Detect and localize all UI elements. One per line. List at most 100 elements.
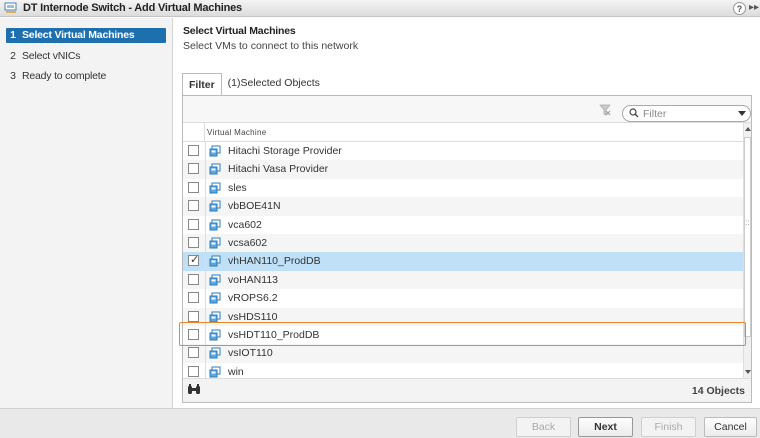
grid-header: Virtual Machine [183, 123, 743, 142]
virtual-machine-icon [209, 311, 221, 323]
vertical-scrollbar[interactable]: :: [743, 123, 751, 378]
page-subtitle: Select VMs to connect to this network [183, 40, 359, 52]
title-bar: DT Internode Switch - Add Virtual Machin… [0, 0, 760, 17]
search-icon [629, 108, 639, 118]
step-label: Select Virtual Machines [22, 29, 135, 41]
vm-name: vsHDT110_ProdDB [228, 328, 320, 341]
clear-filter-icon[interactable] [599, 104, 611, 116]
row-checkbox[interactable] [188, 273, 199, 285]
vm-list-panel: Virtual Machine Hitachi Storage Provider… [182, 95, 752, 403]
list-toolbar [183, 96, 751, 123]
table-row[interactable]: vROPS6.2 [183, 289, 743, 308]
help-icon[interactable]: ? [733, 2, 746, 15]
column-divider [205, 362, 206, 378]
vm-name: vROPS6.2 [228, 292, 278, 305]
wizard-button-bar: Back Next Finish Cancel [0, 408, 760, 438]
virtual-machine-icon [209, 182, 221, 194]
row-checkbox[interactable] [188, 181, 199, 193]
chevron-down-icon[interactable] [738, 111, 746, 116]
table-row[interactable]: vcsa602 [183, 233, 743, 253]
row-checkbox[interactable] [188, 236, 199, 248]
column-divider [205, 197, 206, 216]
virtual-machine-icon [209, 347, 221, 359]
table-row[interactable]: win [183, 362, 743, 378]
row-checkbox[interactable] [188, 347, 199, 359]
filter-search-box[interactable] [622, 105, 751, 122]
object-count: 14 Objects [691, 385, 745, 397]
table-row[interactable]: sles [183, 178, 743, 198]
vm-name: win [228, 365, 244, 378]
back-button[interactable]: Back [516, 417, 571, 437]
table-row[interactable]: Hitachi Storage Provider [183, 142, 743, 161]
finish-button[interactable]: Finish [641, 417, 696, 437]
scroll-thumb[interactable] [744, 137, 751, 337]
expand-icon[interactable]: ▸▸ [749, 2, 759, 13]
column-header-virtual-machine[interactable]: Virtual Machine [207, 128, 267, 137]
column-divider [205, 252, 206, 271]
wizard-steps: 1 Select Virtual Machines 2 Select vNICs… [0, 18, 173, 408]
grid-footer: 14 Objects [183, 378, 751, 402]
table-row[interactable]: vsHDS110 [183, 307, 743, 326]
checkbox-column-header [183, 123, 205, 142]
table-row[interactable]: vhHAN110_ProdDB [183, 252, 743, 271]
virtual-machine-icon [209, 366, 221, 378]
virtual-machine-icon [209, 145, 221, 157]
step-select-vnics[interactable]: 2 Select vNICs [6, 49, 166, 64]
vm-name: Hitachi Vasa Provider [228, 163, 329, 176]
table-row[interactable]: vsIOT110 [183, 344, 743, 363]
row-checkbox[interactable] [188, 163, 199, 175]
cancel-button[interactable]: Cancel [704, 417, 757, 437]
vm-name: voHAN113 [228, 273, 278, 286]
step-number: 3 [10, 70, 16, 82]
step-select-virtual-machines[interactable]: 1 Select Virtual Machines [6, 28, 166, 43]
virtual-machine-icon [209, 219, 221, 231]
scroll-up-arrow[interactable] [745, 127, 751, 131]
row-checkbox[interactable] [188, 218, 199, 230]
row-checkbox[interactable] [188, 145, 199, 156]
column-divider [205, 142, 206, 161]
table-row[interactable]: voHAN113 [183, 270, 743, 290]
grid-rows: Hitachi Storage Provider Hitachi Vasa Pro… [183, 142, 743, 378]
window-title: DT Internode Switch - Add Virtual Machin… [23, 2, 242, 14]
row-checkbox[interactable] [188, 200, 199, 212]
scroll-down-arrow[interactable] [745, 370, 751, 374]
tab-bar: Filter (1)Selected Objects [182, 73, 326, 96]
column-divider [205, 160, 206, 179]
virtual-machine-icon [209, 200, 221, 212]
tab-filter[interactable]: Filter [182, 73, 222, 96]
vm-name: sles [228, 181, 247, 194]
virtual-machine-icon [209, 237, 221, 249]
row-checkbox[interactable] [188, 365, 199, 377]
filter-input[interactable] [643, 107, 733, 120]
column-divider [205, 215, 206, 234]
table-row[interactable]: vsHDT110_ProdDB [183, 325, 743, 345]
step-number: 2 [10, 50, 16, 62]
vm-name: vcsa602 [228, 236, 268, 249]
tab-selected-objects[interactable]: (1)Selected Objects [222, 73, 326, 95]
column-divider [205, 270, 206, 290]
row-checkbox[interactable] [188, 292, 199, 304]
row-checkbox[interactable] [188, 253, 199, 267]
vm-name: vca602 [228, 218, 262, 231]
step-ready-to-complete[interactable]: 3 Ready to complete [6, 69, 166, 84]
next-button[interactable]: Next [578, 417, 633, 437]
column-divider [205, 344, 206, 363]
row-checkbox[interactable] [188, 328, 199, 340]
grip-icon: :: [745, 218, 750, 227]
virtual-machine-icon [209, 292, 221, 304]
virtual-machine-icon [209, 329, 221, 341]
vm-grid: Virtual Machine Hitachi Storage Provider… [183, 123, 743, 378]
column-divider [205, 289, 206, 308]
virtual-machine-icon [209, 163, 221, 175]
vm-name: vsIOT110 [228, 347, 273, 360]
vm-name: Hitachi Storage Provider [228, 145, 342, 157]
vm-name: vbBOE41N [228, 200, 281, 213]
binoculars-icon[interactable] [187, 384, 201, 396]
column-divider [205, 178, 206, 198]
column-divider [205, 307, 206, 326]
table-row[interactable]: Hitachi Vasa Provider [183, 160, 743, 179]
row-checkbox[interactable] [188, 310, 199, 322]
table-row[interactable]: vca602 [183, 215, 743, 234]
step-label: Ready to complete [22, 70, 107, 82]
table-row[interactable]: vbBOE41N [183, 197, 743, 216]
